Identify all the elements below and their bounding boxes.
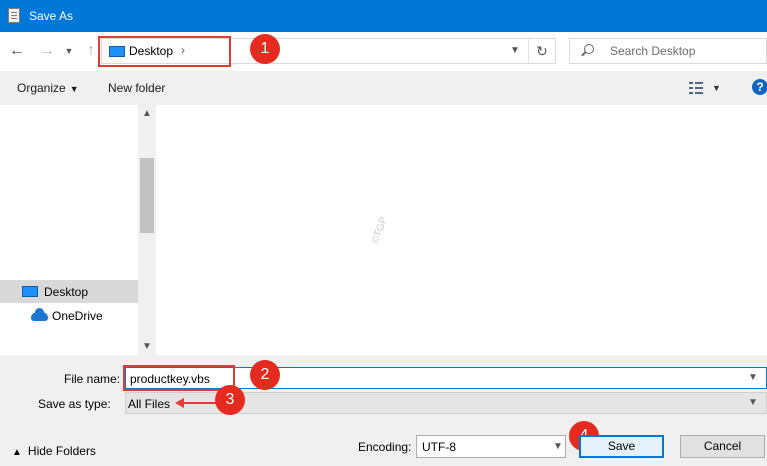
organize-button[interactable]: Organize ▼: [17, 81, 79, 95]
desktop-icon: [22, 286, 38, 297]
nav-item-desktop[interactable]: Desktop: [0, 280, 138, 303]
save-type-dropdown-icon[interactable]: ▼: [748, 397, 758, 408]
navigation-scrollbar[interactable]: ▲ ▼: [138, 105, 156, 355]
scrollbar-thumb[interactable]: [140, 158, 154, 233]
chevron-up-icon: ▲: [12, 447, 22, 458]
scroll-up-arrow-icon[interactable]: ▲: [138, 105, 156, 122]
save-type-value: All Files: [128, 397, 171, 411]
change-view-icon[interactable]: [689, 82, 703, 94]
encoding-select[interactable]: UTF-8 ▼: [416, 435, 566, 458]
address-highlight-box: [98, 36, 231, 67]
hide-folders-label: Hide Folders: [27, 444, 96, 458]
recent-locations-chevron-icon[interactable]: ▼: [62, 41, 76, 61]
refresh-icon[interactable]: ↻: [529, 39, 555, 63]
file-name-label: File name:: [64, 372, 121, 386]
back-arrow-icon[interactable]: ←: [6, 41, 28, 61]
notepad-icon: [8, 8, 20, 23]
encoding-value: UTF-8: [422, 440, 456, 454]
organize-label: Organize: [17, 81, 66, 95]
save-button[interactable]: Save: [579, 435, 664, 458]
annotation-arrow-line: [182, 402, 216, 404]
command-toolbar: Organize ▼ New folder ▼ ?: [0, 71, 767, 105]
window-title: Save As: [29, 9, 74, 23]
encoding-dropdown-icon[interactable]: ▼: [553, 441, 563, 452]
callout-3: 3: [215, 385, 245, 415]
new-folder-button[interactable]: New folder: [108, 81, 165, 95]
nav-item-onedrive[interactable]: OneDrive: [0, 304, 138, 327]
address-dropdown-icon[interactable]: ▼: [502, 39, 528, 63]
nav-item-label: Desktop: [44, 285, 89, 299]
save-type-label: Save as type:: [38, 397, 111, 411]
file-name-highlight-box: [123, 365, 235, 391]
encoding-label: Encoding:: [358, 440, 412, 454]
file-list-area[interactable]: ©TGP: [156, 105, 767, 355]
search-box[interactable]: [569, 38, 767, 64]
forward-arrow-icon[interactable]: →: [36, 41, 58, 61]
nav-item-label: OneDrive: [52, 309, 103, 323]
scroll-down-arrow-icon[interactable]: ▼: [138, 338, 156, 355]
navigation-pane: Desktop OneDrive: [0, 105, 138, 355]
view-options-dropdown-icon[interactable]: ▼: [712, 83, 721, 93]
watermark: ©TGP: [370, 215, 390, 246]
callout-2: 2: [250, 360, 280, 390]
hide-folders-toggle[interactable]: ▲ Hide Folders: [12, 444, 96, 458]
onedrive-cloud-icon: [31, 308, 48, 321]
help-icon[interactable]: ?: [752, 79, 767, 95]
cancel-button[interactable]: Cancel: [680, 435, 765, 458]
save-form-panel: File name: ▼ 2 Save as type: All Files ▼…: [0, 355, 767, 466]
search-icon: [584, 44, 594, 54]
file-name-dropdown-icon[interactable]: ▼: [748, 372, 758, 383]
title-bar: Save As: [0, 0, 767, 32]
organize-caret-icon: ▼: [69, 84, 79, 94]
search-input[interactable]: [610, 43, 760, 59]
callout-1: 1: [250, 34, 280, 64]
